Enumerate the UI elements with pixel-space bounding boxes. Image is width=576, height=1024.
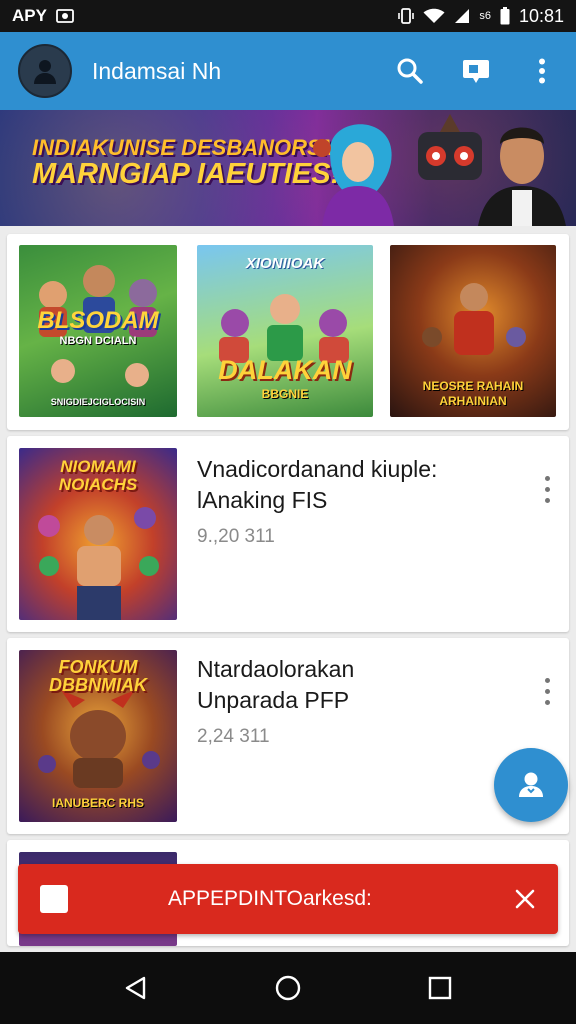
search-icon [397,58,423,84]
tile-2-title: DALAKAN [218,355,352,385]
overflow-dot [544,486,550,492]
list-item-1-thumbnail-title: NIOMAMI NOIACHS [58,457,138,494]
vibrate-icon [398,7,415,25]
snackbar-message: APPEPDINTOarkesd: [168,887,372,910]
error-snackbar: APPEPDINTOarkesd: [18,864,558,934]
grid-tile-1[interactable]: BLSODAM NBGN DCIALN SNIGDIEJCIGLOCISIN [19,245,177,417]
home-icon [275,975,301,1001]
list-item-1-title-line1: Vnadicordanand kiuple: [197,456,438,482]
overflow-dot [544,699,550,705]
grid-tile-2[interactable]: XIONIIOAK DALAKAN BBGNIE [197,245,373,417]
overflow-dot [544,497,550,503]
banner-man-illustration [478,127,566,226]
tile-1-caption: SNIGDIEJCIGLOCISIN [50,397,146,407]
status-right: s6 10:81 [398,6,564,27]
overflow-dot [544,677,550,683]
list-item-2-title-line2: Unparada PFP [197,687,350,713]
recents-icon [428,976,452,1000]
download-fab[interactable] [494,748,568,822]
status-left: APY [12,6,74,26]
promo-banner[interactable]: INDIAKUNISE DESBANORSM MARNGIAP IAEUTIES… [0,110,576,226]
tile-2-heading: XIONIIOAK [245,255,325,272]
close-icon [515,889,535,909]
list-item-2-meta: 2,24 311 [197,726,270,747]
list-item-2-thumbnail: FONKUM DBBNMIAK IANUBERC RHS [19,650,177,822]
more-vert-icon [539,58,545,84]
banner-heroine-illustration [313,124,394,226]
home-button[interactable] [264,964,312,1012]
tile-1-title: BLSODAM [37,307,159,334]
system-nav-bar [0,952,576,1024]
tile-3-caption: NEOSRE RAHAIN ARHAINIAN [422,379,524,408]
overflow-dot [544,688,550,694]
status-bar: APY s6 10:81 [0,0,576,32]
banner-headline-1: INDIAKUNISE DESBANORSM [32,135,341,160]
overflow-dot [544,475,550,481]
list-item-2-overflow-button[interactable] [535,666,559,716]
list-item-1-title: Vnadicordanand kiuple: lAnaking FIS [197,454,517,516]
signal-label: s6 [479,10,491,22]
recents-button[interactable] [416,964,464,1012]
carrier-label: APY [12,6,47,25]
clock: 10:81 [518,5,564,26]
list-item-1-title-line2: lAnaking FIS [197,487,328,513]
app-actions [392,53,560,89]
banner-headline-2: MARNGIAP IAEUTIES! [32,158,341,191]
screen: APY s6 10:81 Indamsai Nh INDIAKUNISE DES… [0,0,576,1024]
list-item-1-meta: 9.,20 311 [197,526,275,547]
back-icon [125,976,146,1000]
list-item[interactable]: NIOMAMI NOIACHS Vnadicordanand kiuple: l… [7,436,569,632]
battery-icon [500,7,510,25]
person-icon [34,60,56,84]
tile-1-subtitle: NBGN DCIALN [59,335,137,347]
list-item[interactable]: FONKUM DBBNMIAK IANUBERC RHS Ntardaolora… [7,638,569,834]
tile-2-caption: BBGNIE [261,387,309,401]
back-button[interactable] [112,964,160,1012]
banner-text: INDIAKUNISE DESBANORSM MARNGIAP IAEUTIES… [32,136,340,190]
list-item-1-overflow-button[interactable] [535,464,559,514]
list-item-2-title-line1: Ntardaolorakan [197,656,355,682]
app-bar: Indamsai Nh [0,32,576,110]
featured-grid-card: BLSODAM NBGN DCIALN SNIGDIEJCIGLOCISIN X… [7,234,569,430]
snackbar-close-button[interactable] [510,884,540,914]
wifi-icon [423,8,445,24]
cell-signal-icon [454,8,470,24]
list-item-2-thumbnail-caption: IANUBERC RHS [51,796,144,810]
grid-tile-3[interactable]: NEOSRE RAHAIN ARHAINIAN [390,245,556,417]
download-user-icon [519,772,543,797]
more-options-button[interactable] [524,53,560,89]
cast-button[interactable] [458,53,494,89]
avatar[interactable] [18,44,72,98]
list-item-2-title: Ntardaolorakan Unparada PFP [197,654,517,716]
list-item-2-thumbnail-title: FONKUM DBBNMIAK [49,657,147,695]
list-item-1-thumbnail: NIOMAMI NOIACHS [19,448,177,620]
page-title: Indamsai Nh [92,57,222,84]
search-button[interactable] [392,53,428,89]
snackbar-square-icon [40,885,68,913]
cast-icon [463,60,489,83]
notification-photo-icon [56,8,74,24]
